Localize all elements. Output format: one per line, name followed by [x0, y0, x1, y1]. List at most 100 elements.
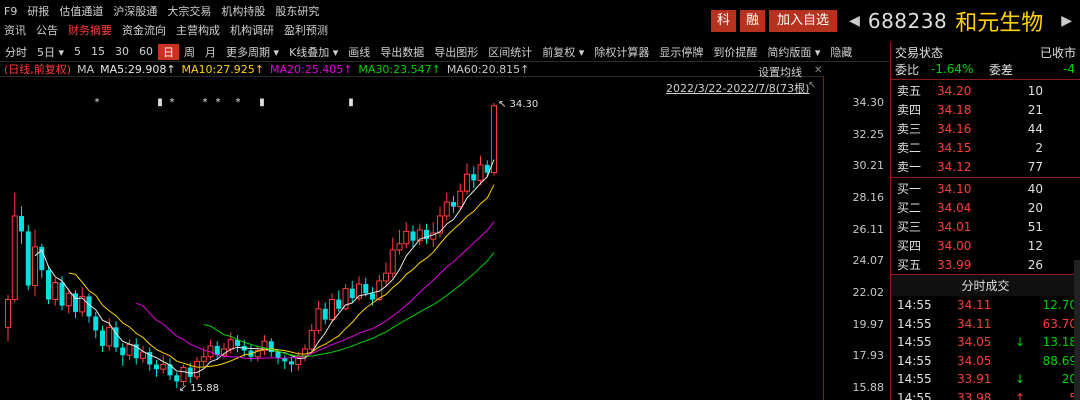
candle-body[interactable]	[32, 246, 38, 287]
bid-row[interactable]: 买三 34.01 51	[891, 217, 1080, 236]
nav-research[interactable]: 研报	[23, 3, 55, 19]
chart-mode-label[interactable]: (日线,前复权)	[4, 61, 71, 77]
nav-business-composition[interactable]: 主营构成	[172, 22, 226, 38]
candle-body[interactable]	[140, 351, 146, 359]
bid-row[interactable]: 买五 33.99 26	[891, 255, 1080, 274]
toolbar-item[interactable]: 月	[200, 44, 221, 60]
candle-body[interactable]	[59, 282, 65, 306]
candle-body[interactable]	[154, 364, 159, 370]
ask-row[interactable]: 卖四 34.18 21	[891, 100, 1080, 119]
candle-body[interactable]	[370, 293, 375, 300]
candle-body[interactable]	[46, 270, 51, 300]
event-marker[interactable]: ▮	[259, 97, 265, 108]
candle-body[interactable]	[5, 298, 11, 328]
toolbar-item[interactable]: 导出图形	[429, 44, 483, 60]
ask-row[interactable]: 卖一 34.12 77	[891, 157, 1080, 176]
nav-f9[interactable]: F9	[0, 5, 23, 18]
bid-row[interactable]: 买二 34.04 20	[891, 198, 1080, 217]
candle-body[interactable]	[160, 363, 167, 370]
range-close-icon[interactable]: ↖	[808, 80, 816, 91]
nav-announcements[interactable]: 公告	[32, 22, 64, 38]
candle-body[interactable]	[289, 361, 294, 365]
bid-row[interactable]: 买四 34.00 12	[891, 236, 1080, 255]
candle-body[interactable]	[308, 329, 315, 350]
toolbar-item[interactable]: 简约版面 ▾	[762, 44, 825, 60]
event-marker[interactable]: *	[216, 97, 221, 108]
candle-body[interactable]	[491, 105, 497, 174]
toolbar-item[interactable]: 前复权 ▾	[537, 44, 589, 60]
candle-body[interactable]	[11, 215, 18, 300]
nav-shareholder-research[interactable]: 股东研究	[271, 3, 325, 19]
nav-institution-holdings[interactable]: 机构持股	[217, 3, 271, 19]
toolbar-item[interactable]: 5日 ▾	[32, 44, 69, 60]
toolbar-item[interactable]: 分时	[0, 44, 32, 60]
toolbar-item[interactable]: 导出数据	[375, 44, 429, 60]
candle-body[interactable]	[180, 367, 187, 383]
toolbar-item[interactable]: 60	[134, 45, 158, 58]
event-marker[interactable]: *	[203, 97, 208, 108]
date-range-label[interactable]: 2022/3/22-2022/7/8(73根)	[666, 80, 809, 96]
candle-body[interactable]	[322, 308, 328, 320]
event-marker[interactable]: *	[95, 97, 100, 108]
candle-body[interactable]	[383, 272, 389, 282]
candle-body[interactable]	[443, 201, 450, 217]
toolbar-item[interactable]: 到价提醒	[708, 44, 762, 60]
add-watchlist-button[interactable]: 加入自选	[769, 10, 838, 32]
kline-chart[interactable]: * ▮ * * * * ▮ ▮ ↖ 34.30 ↙ 15.88	[0, 76, 824, 400]
candle-body[interactable]	[457, 190, 464, 208]
candle-body[interactable]	[227, 339, 234, 350]
toolbar-item[interactable]: 15	[86, 45, 110, 58]
next-stock-icon[interactable]: ▶	[1061, 13, 1072, 29]
candle-body[interactable]	[349, 288, 355, 298]
event-marker[interactable]: *	[236, 97, 241, 108]
toolbar-item[interactable]: 除权计算器	[589, 44, 654, 60]
toolbar-item[interactable]: 显示停牌	[654, 44, 708, 60]
candle-body[interactable]	[79, 295, 86, 313]
candle-body[interactable]	[120, 347, 126, 356]
margin-badge[interactable]: 融	[740, 10, 766, 32]
event-marker[interactable]: ▮	[157, 97, 163, 108]
candle-body[interactable]	[106, 326, 113, 347]
candle-body[interactable]	[282, 358, 288, 362]
ma-settings-link[interactable]: 设置均线	[758, 64, 802, 80]
toolbar-item[interactable]: 画线	[343, 44, 375, 60]
candle-body[interactable]	[65, 292, 72, 307]
ask-row[interactable]: 卖三 34.16 44	[891, 119, 1080, 138]
candle-body[interactable]	[389, 249, 396, 274]
ask-row[interactable]: 卖五 34.20 10	[891, 81, 1080, 100]
bid-row[interactable]: 买一 34.10 40	[891, 179, 1080, 198]
toolbar-item[interactable]: 30	[110, 45, 134, 58]
event-marker[interactable]: ▮	[348, 97, 354, 108]
nav-valuation[interactable]: 估值通道	[55, 3, 109, 19]
toolbar-item[interactable]: 日	[158, 43, 180, 60]
ask-row[interactable]: 卖二 34.15 2	[891, 138, 1080, 157]
nav-capital-flow[interactable]: 资金流向	[118, 22, 172, 38]
candle-body[interactable]	[100, 330, 105, 346]
candle-body[interactable]	[451, 202, 456, 207]
candle-body[interactable]	[471, 174, 477, 181]
candle-body[interactable]	[126, 343, 133, 356]
trade-scrollbar[interactable]	[1074, 260, 1080, 400]
nav-profit-forecast[interactable]: 盈利预测	[280, 22, 334, 38]
candle-body[interactable]	[363, 284, 369, 294]
candle-body[interactable]	[93, 316, 99, 331]
candle-body[interactable]	[477, 164, 484, 181]
event-marker[interactable]: *	[170, 97, 175, 108]
candle-body[interactable]	[336, 299, 342, 309]
candle-body[interactable]	[329, 298, 335, 321]
toolbar-item[interactable]: 更多周期 ▾	[221, 44, 284, 60]
toolbar-item[interactable]: 隐藏	[825, 44, 857, 60]
candle-body[interactable]	[19, 215, 24, 232]
toolbar-item[interactable]: 周	[179, 44, 200, 60]
toolbar-item[interactable]: 5	[69, 45, 86, 58]
nav-financial-summary[interactable]: 财务摘要	[64, 22, 118, 38]
candle-body[interactable]	[396, 243, 403, 251]
toolbar-item[interactable]: 区间统计	[483, 44, 537, 60]
candle-body[interactable]	[194, 360, 200, 378]
nav-institution-survey[interactable]: 机构调研	[226, 22, 280, 38]
star-market-badge[interactable]: 科	[711, 10, 737, 32]
candle-body[interactable]	[403, 230, 410, 245]
candle-body[interactable]	[410, 231, 416, 241]
candle-body[interactable]	[174, 375, 180, 382]
nav-news[interactable]: 资讯	[0, 22, 32, 38]
